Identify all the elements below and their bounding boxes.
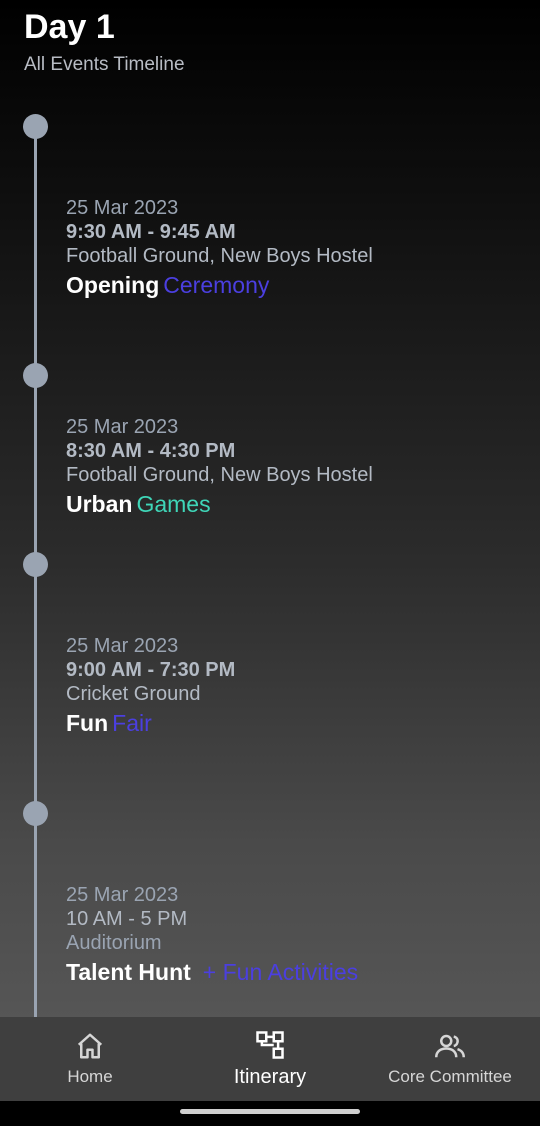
event-date: 25 Mar 2023 [66, 635, 179, 657]
event-name-first: Talent Hunt [66, 959, 191, 985]
event-name: Urban Games [66, 489, 526, 519]
nav-home-label: Home [67, 1067, 113, 1086]
event-name-first: Fun [66, 710, 109, 736]
event-name-second: Games [136, 491, 211, 517]
event-name: Fun Fair [66, 708, 526, 738]
event-venue: Football Ground, New Boys Hostel [66, 464, 373, 486]
nav-itinerary-label: Itinerary [233, 1065, 307, 1088]
event-name-second: + Fun Activities [202, 959, 359, 985]
gesture-handle[interactable] [180, 1109, 360, 1114]
nav-core-committee[interactable]: Core Committee [360, 1017, 540, 1101]
timeline-dot [23, 552, 48, 577]
event-item[interactable]: 25 Mar 2023 10 AM - 5 PM Auditorium Tale… [66, 883, 526, 987]
timeline-dot [23, 363, 48, 388]
event-venue: Auditorium [66, 932, 162, 954]
event-name-first: Urban [66, 491, 133, 517]
itinerary-icon [256, 1030, 284, 1059]
event-name-second: Fair [112, 710, 152, 736]
page-subtitle: All Events Timeline [24, 54, 185, 75]
page-header: Day 1 All Events Timeline [24, 6, 185, 76]
event-time: 10 AM - 5 PM [66, 908, 188, 930]
timeline-dot [23, 114, 48, 139]
event-name-first: Opening [66, 272, 160, 298]
people-icon [435, 1034, 465, 1058]
page-title: Day 1 [24, 8, 115, 46]
event-name: Opening Ceremony [66, 270, 526, 300]
nav-core-committee-label: Core Committee [388, 1067, 512, 1086]
home-icon [77, 1033, 103, 1059]
event-item[interactable]: 25 Mar 2023 9:30 AM - 9:45 AM Football G… [66, 196, 526, 300]
nav-itinerary[interactable]: Itinerary [180, 1017, 360, 1101]
event-date: 25 Mar 2023 [66, 884, 179, 906]
event-name-second: Ceremony [163, 272, 270, 298]
event-date: 25 Mar 2023 [66, 197, 179, 219]
event-venue: Cricket Ground [66, 683, 201, 705]
event-item[interactable]: 25 Mar 2023 8:30 AM - 4:30 PM Football G… [66, 415, 526, 519]
event-time: 8:30 AM - 4:30 PM [66, 440, 236, 462]
event-date: 25 Mar 2023 [66, 416, 179, 438]
event-venue: Football Ground, New Boys Hostel [66, 245, 373, 267]
timeline-dot [23, 801, 48, 826]
event-item[interactable]: 25 Mar 2023 9:00 AM - 7:30 PM Cricket Gr… [66, 634, 526, 738]
bottom-navigation: Home Itinerary Core Committee [0, 1017, 540, 1101]
event-time: 9:30 AM - 9:45 AM [66, 221, 236, 243]
event-time: 9:00 AM - 7:30 PM [66, 659, 236, 681]
event-name: Talent Hunt + Fun Activities [66, 957, 526, 987]
nav-home[interactable]: Home [0, 1017, 180, 1101]
